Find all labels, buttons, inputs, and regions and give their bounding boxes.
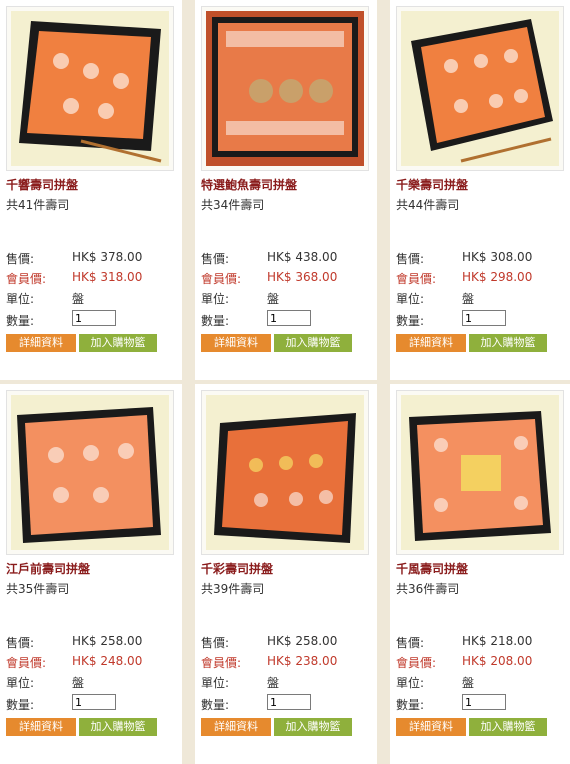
- quantity-label: 數量:: [201, 698, 230, 712]
- add-to-cart-button[interactable]: 加入購物籃: [79, 718, 157, 736]
- quantity-label: 數量:: [396, 698, 425, 712]
- unit-value: 盤: [462, 676, 475, 690]
- unit-label: 單位:: [201, 676, 230, 690]
- sushi-platter-image: [11, 11, 169, 166]
- button-row: 詳細資料 加入購物籃: [0, 334, 182, 352]
- product-count: 共39件壽司: [201, 582, 265, 596]
- product-name[interactable]: 特選鮑魚壽司拼盤: [201, 176, 297, 193]
- quantity-input[interactable]: [72, 310, 116, 326]
- member-price-value: HK$ 298.00: [462, 270, 533, 284]
- member-price-value: HK$ 318.00: [72, 270, 143, 284]
- product-photo[interactable]: [6, 390, 174, 555]
- product-count: 共36件壽司: [396, 582, 460, 596]
- product-name[interactable]: 千彩壽司拼盤: [201, 560, 273, 577]
- price-label: 售價:: [6, 636, 35, 650]
- unit-value: 盤: [462, 292, 475, 306]
- product-card: 千風壽司拼盤 共36件壽司 售價: HK$ 218.00 會員價: HK$ 20…: [390, 384, 570, 764]
- member-price-value: HK$ 238.00: [267, 654, 338, 668]
- unit-label: 單位:: [396, 676, 425, 690]
- price-value: HK$ 308.00: [462, 250, 533, 264]
- product-card: 千樂壽司拼盤 共44件壽司 售價: HK$ 308.00 會員價: HK$ 29…: [390, 0, 570, 380]
- member-price-label: 會員價:: [396, 656, 437, 670]
- quantity-input[interactable]: [462, 694, 506, 710]
- sushi-platter-image: [401, 11, 559, 166]
- quantity-input[interactable]: [72, 694, 116, 710]
- button-row: 詳細資料 加入購物籃: [0, 718, 182, 736]
- product-photo[interactable]: [396, 6, 564, 171]
- price-label: 售價:: [201, 636, 230, 650]
- product-name[interactable]: 千風壽司拼盤: [396, 560, 468, 577]
- product-count: 共44件壽司: [396, 198, 460, 212]
- product-name[interactable]: 千樂壽司拼盤: [396, 176, 468, 193]
- details-button[interactable]: 詳細資料: [201, 334, 271, 352]
- product-photo[interactable]: [396, 390, 564, 555]
- sushi-platter-image: [206, 11, 364, 166]
- member-price-value: HK$ 368.00: [267, 270, 338, 284]
- price-label: 售價:: [201, 252, 230, 266]
- product-card: 千響壽司拼盤 共41件壽司 售價: HK$ 378.00 會員價: HK$ 31…: [0, 0, 182, 380]
- product-card: 特選鮑魚壽司拼盤 共34件壽司 售價: HK$ 438.00 會員價: HK$ …: [195, 0, 377, 380]
- quantity-input[interactable]: [462, 310, 506, 326]
- member-price-label: 會員價:: [6, 272, 47, 286]
- button-row: 詳細資料 加入購物籃: [390, 334, 570, 352]
- sushi-platter-image: [401, 395, 559, 550]
- member-price-label: 會員價:: [396, 272, 437, 286]
- add-to-cart-button[interactable]: 加入購物籃: [469, 334, 547, 352]
- product-name[interactable]: 江戶前壽司拼盤: [6, 560, 90, 577]
- price-value: HK$ 258.00: [267, 634, 338, 648]
- unit-value: 盤: [267, 292, 280, 306]
- price-label: 售價:: [396, 252, 425, 266]
- details-button[interactable]: 詳細資料: [396, 718, 466, 736]
- price-value: HK$ 378.00: [72, 250, 143, 264]
- unit-value: 盤: [72, 292, 85, 306]
- member-price-value: HK$ 248.00: [72, 654, 143, 668]
- product-photo[interactable]: [6, 6, 174, 171]
- quantity-input[interactable]: [267, 694, 311, 710]
- details-button[interactable]: 詳細資料: [6, 718, 76, 736]
- product-photo[interactable]: [201, 6, 369, 171]
- details-button[interactable]: 詳細資料: [396, 334, 466, 352]
- price-value: HK$ 438.00: [267, 250, 338, 264]
- quantity-label: 數量:: [201, 314, 230, 328]
- unit-label: 單位:: [396, 292, 425, 306]
- product-name[interactable]: 千響壽司拼盤: [6, 176, 78, 193]
- product-grid: 千響壽司拼盤 共41件壽司 售價: HK$ 378.00 會員價: HK$ 31…: [0, 0, 570, 764]
- quantity-label: 數量:: [6, 698, 35, 712]
- button-row: 詳細資料 加入購物籃: [195, 334, 377, 352]
- member-price-label: 會員價:: [6, 656, 47, 670]
- add-to-cart-button[interactable]: 加入購物籃: [469, 718, 547, 736]
- price-value: HK$ 218.00: [462, 634, 533, 648]
- member-price-label: 會員價:: [201, 656, 242, 670]
- add-to-cart-button[interactable]: 加入購物籃: [274, 718, 352, 736]
- product-count: 共35件壽司: [6, 582, 70, 596]
- product-card: 江戶前壽司拼盤 共35件壽司 售價: HK$ 258.00 會員價: HK$ 2…: [0, 384, 182, 764]
- details-button[interactable]: 詳細資料: [6, 334, 76, 352]
- add-to-cart-button[interactable]: 加入購物籃: [274, 334, 352, 352]
- button-row: 詳細資料 加入購物籃: [390, 718, 570, 736]
- unit-value: 盤: [72, 676, 85, 690]
- product-count: 共34件壽司: [201, 198, 265, 212]
- details-button[interactable]: 詳細資料: [201, 718, 271, 736]
- member-price-label: 會員價:: [201, 272, 242, 286]
- quantity-label: 數量:: [396, 314, 425, 328]
- quantity-input[interactable]: [267, 310, 311, 326]
- unit-label: 單位:: [201, 292, 230, 306]
- price-value: HK$ 258.00: [72, 634, 143, 648]
- product-photo[interactable]: [201, 390, 369, 555]
- add-to-cart-button[interactable]: 加入購物籃: [79, 334, 157, 352]
- unit-label: 單位:: [6, 676, 35, 690]
- product-count: 共41件壽司: [6, 198, 70, 212]
- sushi-platter-image: [11, 395, 169, 550]
- unit-label: 單位:: [6, 292, 35, 306]
- price-label: 售價:: [6, 252, 35, 266]
- button-row: 詳細資料 加入購物籃: [195, 718, 377, 736]
- sushi-platter-image: [206, 395, 364, 550]
- quantity-label: 數量:: [6, 314, 35, 328]
- unit-value: 盤: [267, 676, 280, 690]
- product-card: 千彩壽司拼盤 共39件壽司 售價: HK$ 258.00 會員價: HK$ 23…: [195, 384, 377, 764]
- member-price-value: HK$ 208.00: [462, 654, 533, 668]
- price-label: 售價:: [396, 636, 425, 650]
